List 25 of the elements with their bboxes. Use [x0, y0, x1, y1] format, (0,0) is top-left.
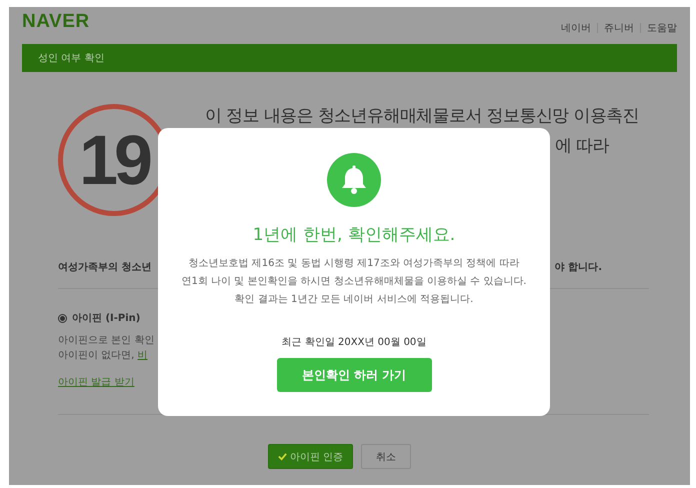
inline-link[interactable]: 비 [138, 350, 148, 361]
description-text: 아이핀으로 본인 확인 [58, 334, 154, 348]
verify-button[interactable]: 본인확인 하러 가기 [276, 358, 432, 392]
modal-body-text: 확인 결과는 1년간 모든 네이버 서비스에 적용됩니다. [234, 293, 474, 307]
modal-title: 1년에 한번, 확인해주세요. [252, 224, 456, 246]
description-text: 아이핀이 없다면, 비 [58, 349, 149, 363]
top-link[interactable]: 쥬니버 [604, 21, 634, 35]
cancel-button[interactable]: 취소 [361, 444, 412, 469]
top-link[interactable]: 도움말 [647, 21, 677, 35]
naver-logo[interactable]: NAVER [22, 10, 90, 32]
radio-label[interactable]: 아이핀 (I-Pin) [72, 311, 140, 325]
notice-text: 야 합니다. [554, 261, 602, 274]
modal-body-text: 연1회 나이 및 본인확인을 하시면 청소년유해매체물을 이용하실 수 있습니다. [182, 275, 526, 289]
check-icon [278, 452, 287, 461]
bell-icon [327, 153, 381, 207]
radio-button[interactable] [58, 314, 67, 322]
notice-text: 여성가족부의 청소년 [58, 261, 152, 274]
top-link[interactable]: 네이버 [561, 21, 591, 35]
modal-body-text: 청소년보호법 제16조 및 동법 시행령 제17조와 여성가족부의 정책에 따라 [188, 257, 520, 271]
verify-button[interactable]: 아이핀 인증 [268, 444, 354, 469]
last-check-date: 최근 확인일 20XX년 00월 00일 [282, 336, 426, 349]
headline-text: 이 정보 내용은 청소년유해매체물로서 정보통신망 이용촉진 [205, 105, 640, 128]
issue-link[interactable]: 아이핀 발급 받기 [58, 375, 134, 389]
headline-text: 에 따라 [555, 135, 610, 158]
page-title: 성인 여부 확인 [38, 52, 104, 65]
